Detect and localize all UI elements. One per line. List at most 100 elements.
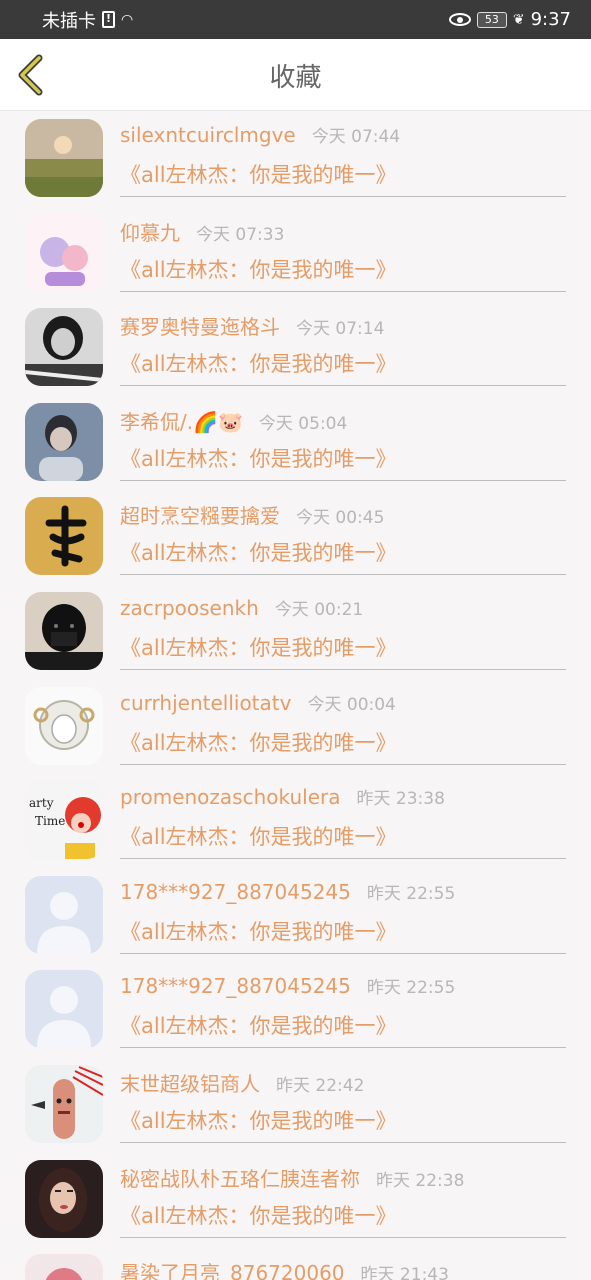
list-item[interactable]: 178***927_887045245 昨天 22:55 《all左林杰：你是我的唯… (0, 869, 591, 964)
username[interactable]: promenozaschokulera (120, 785, 340, 809)
list-item[interactable]: zacrpoosenkh 今天 00:21 《all左林杰：你是我的唯一》 (0, 585, 591, 680)
username[interactable]: 赛罗奥特曼迤格斗 (120, 311, 280, 340)
timestamp: 昨天 22:55 (366, 883, 456, 904)
list-item-text: 暑染了月亮_876720060 昨天 21:43 (120, 1257, 566, 1280)
eye-comfort-icon (448, 13, 471, 26)
timestamp: 今天 05:04 (258, 413, 348, 434)
username[interactable]: 超时烹空糨要擒爱 (120, 500, 280, 529)
list-item[interactable]: currhjentelliotatv 今天 00:04 《all左林杰：你是我的唯一… (0, 680, 591, 775)
page-title: 收藏 (269, 63, 322, 93)
book-title[interactable]: 《all左林杰：你是我的唯一》 (120, 348, 566, 378)
book-title[interactable]: 《all左林杰：你是我的唯一》 (120, 159, 566, 189)
username[interactable]: 李希侃/.🌈🐷 (120, 406, 243, 435)
avatar[interactable] (25, 875, 103, 954)
favorites-list: silexntcuirclmgve 今天 07:44 《all左林杰：你是我的唯一》… (0, 112, 591, 1280)
avatar[interactable]: arty Time (25, 781, 103, 860)
list-item-header: zacrpoosenkh 今天 00:21 (120, 595, 566, 631)
username[interactable]: 178***927_887045245 (120, 880, 351, 904)
nav-bar: 收藏 (0, 39, 591, 111)
list-item-text: 李希侃/.🌈🐷 今天 05:04 《all左林杰：你是我的唯一》 (120, 406, 566, 481)
username[interactable]: 秘密战队朴五珞仁胰连者祢 (120, 1163, 360, 1192)
list-item-header: 仰慕九 今天 07:33 (120, 217, 566, 253)
list-item-header: 178***927_887045245 昨天 22:55 (120, 879, 566, 915)
avatar[interactable] (25, 1064, 103, 1143)
book-title[interactable]: 《all左林杰：你是我的唯一》 (120, 537, 566, 567)
list-item-header: promenozaschokulera 昨天 23:38 (120, 784, 566, 820)
list-item-header: silexntcuirclmgve 今天 07:44 (120, 122, 566, 158)
list-item[interactable]: 仰慕九 今天 07:33 《all左林杰：你是我的唯一》 (0, 207, 591, 302)
list-item-text: silexntcuirclmgve 今天 07:44 《all左林杰：你是我的唯一》 (120, 122, 566, 197)
list-item-header: 末世超级铝商人 昨天 22:42 (120, 1068, 566, 1104)
avatar[interactable] (25, 970, 103, 1049)
list-item-text: currhjentelliotatv 今天 00:04 《all左林杰：你是我的唯一… (120, 690, 566, 765)
avatar[interactable] (25, 1159, 103, 1238)
list-item-header: 李希侃/.🌈🐷 今天 05:04 (120, 406, 566, 442)
timestamp: 今天 00:21 (274, 599, 364, 620)
list-item-header: 暑染了月亮_876720060 昨天 21:43 (120, 1257, 566, 1280)
list-item-header: currhjentelliotatv 今天 00:04 (120, 690, 566, 726)
list-item-text: 赛罗奥特曼迤格斗 今天 07:14 《all左林杰：你是我的唯一》 (120, 311, 566, 387)
list-item-text: zacrpoosenkh 今天 00:21 《all左林杰：你是我的唯一》 (120, 595, 566, 670)
avatar[interactable] (25, 686, 103, 765)
status-left: 未插卡 ! ◠ (42, 7, 133, 33)
book-title[interactable]: 《all左林杰：你是我的唯一》 (120, 443, 566, 473)
timestamp: 今天 00:04 (307, 694, 396, 715)
timestamp: 昨天 21:43 (360, 1265, 449, 1280)
list-item-header: 赛罗奥特曼迤格斗 今天 07:14 (120, 311, 566, 347)
username[interactable]: zacrpoosenkh (120, 596, 259, 620)
book-title[interactable]: 《all左林杰：你是我的唯一》 (120, 254, 566, 284)
avatar[interactable] (25, 497, 103, 576)
timestamp: 昨天 22:42 (276, 1075, 365, 1096)
list-item-text: 秘密战队朴五珞仁胰连者祢 昨天 22:38 《all左林杰：你是我的唯一》 (120, 1163, 566, 1238)
list-item-text: 178***927_887045245 昨天 22:55 《all左林杰：你是我的唯… (120, 879, 566, 954)
svg-text:arty: arty (29, 796, 54, 810)
book-title[interactable]: 《all左林杰：你是我的唯一》 (120, 1200, 566, 1230)
timestamp: 昨天 22:38 (376, 1170, 465, 1191)
avatar[interactable] (25, 1254, 103, 1280)
book-title[interactable]: 《all左林杰：你是我的唯一》 (120, 1105, 566, 1135)
avatar[interactable] (25, 308, 103, 387)
timestamp: 今天 07:44 (311, 127, 401, 147)
timestamp: 昨天 22:55 (366, 978, 456, 999)
username[interactable]: currhjentelliotatv (120, 691, 291, 715)
list-item[interactable]: 赛罗奥特曼迤格斗 今天 07:14 《all左林杰：你是我的唯一》 (0, 301, 591, 396)
list-item[interactable]: silexntcuirclmgve 今天 07:44 《all左林杰：你是我的唯一》 (0, 112, 591, 207)
list-item[interactable]: arty Time promenozaschokulera 昨天 23:38 《all左… (0, 774, 591, 869)
username[interactable]: 仰慕九 (120, 217, 180, 246)
list-item-text: 仰慕九 今天 07:33 《all左林杰：你是我的唯一》 (120, 217, 566, 292)
battery-icon: 53 (476, 11, 507, 28)
list-item[interactable]: 李希侃/.🌈🐷 今天 05:04 《all左林杰：你是我的唯一》 (0, 396, 591, 491)
clock: 9:37 (530, 9, 571, 30)
username[interactable]: 178***927_887045245 (120, 974, 351, 998)
list-item-header: 超时烹空糨要擒爱 今天 00:45 (120, 500, 566, 536)
list-item-header: 秘密战队朴五珞仁胰连者祢 昨天 22:38 (120, 1163, 566, 1199)
leaf-icon: ❦ (512, 11, 525, 28)
avatar[interactable] (25, 213, 103, 292)
timestamp: 今天 00:45 (296, 508, 385, 529)
list-item[interactable]: 秘密战队朴五珞仁胰连者祢 昨天 22:38 《all左林杰：你是我的唯一》 (0, 1153, 591, 1248)
book-title[interactable]: 《all左林杰：你是我的唯一》 (120, 727, 566, 757)
list-item-text: 末世超级铝商人 昨天 22:42 《all左林杰：你是我的唯一》 (120, 1068, 566, 1143)
username[interactable]: 暑染了月亮_876720060 (120, 1257, 345, 1280)
list-item[interactable]: 暑染了月亮_876720060 昨天 21:43 (0, 1247, 591, 1280)
list-item-text: 178***927_887045245 昨天 22:55 《all左林杰：你是我的唯… (120, 973, 566, 1049)
list-item[interactable]: 178***927_887045245 昨天 22:55 《all左林杰：你是我的唯… (0, 963, 591, 1058)
list-item-header: 178***927_887045245 昨天 22:55 (120, 973, 566, 1009)
timestamp: 昨天 23:38 (356, 789, 445, 810)
book-title[interactable]: 《all左林杰：你是我的唯一》 (120, 1010, 566, 1040)
avatar[interactable] (25, 402, 103, 481)
username[interactable]: 末世超级铝商人 (120, 1068, 260, 1097)
book-title[interactable]: 《all左林杰：你是我的唯一》 (120, 916, 566, 946)
book-title[interactable]: 《all左林杰：你是我的唯一》 (120, 821, 566, 851)
avatar[interactable] (25, 119, 103, 197)
username[interactable]: silexntcuirclmgve (120, 123, 296, 147)
carrier-label: 未插卡 (42, 10, 96, 32)
book-title[interactable]: 《all左林杰：你是我的唯一》 (120, 632, 566, 662)
timestamp: 今天 07:14 (296, 319, 385, 340)
timestamp: 今天 07:33 (196, 224, 285, 245)
list-item[interactable]: 超时烹空糨要擒爱 今天 00:45 《all左林杰：你是我的唯一》 (0, 490, 591, 585)
list-item[interactable]: 末世超级铝商人 昨天 22:42 《all左林杰：你是我的唯一》 (0, 1058, 591, 1153)
svg-text:Time: Time (35, 814, 65, 828)
list-item-text: 超时烹空糨要擒爱 今天 00:45 《all左林杰：你是我的唯一》 (120, 500, 566, 576)
avatar[interactable] (25, 591, 103, 670)
